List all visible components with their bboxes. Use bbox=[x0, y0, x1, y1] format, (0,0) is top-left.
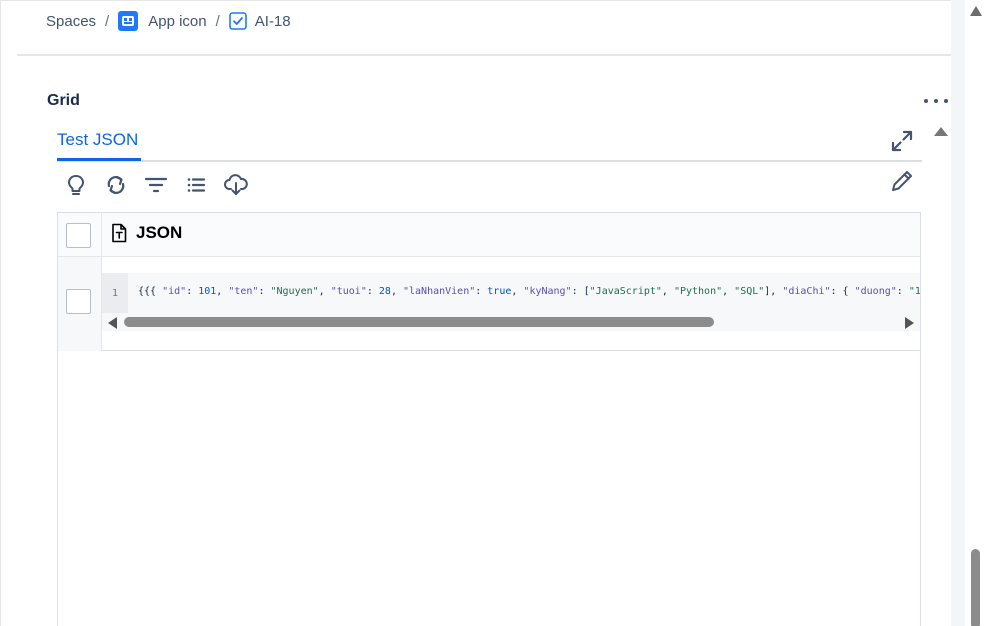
json-punctuation-token: : bbox=[186, 286, 199, 297]
grid-title: Grid bbox=[47, 92, 80, 109]
scroll-left-arrow-icon[interactable] bbox=[108, 317, 117, 329]
text-file-icon bbox=[110, 223, 128, 243]
json-key-token: "diaChi" bbox=[782, 286, 831, 297]
tab-test-json[interactable]: Test JSON bbox=[57, 130, 138, 150]
json-number-token: 28 bbox=[378, 286, 391, 297]
list-icon[interactable] bbox=[183, 172, 209, 198]
json-punctuation-token: , bbox=[661, 286, 674, 297]
tab-active-indicator bbox=[57, 158, 141, 161]
filter-icon[interactable] bbox=[143, 172, 169, 198]
refresh-icon[interactable] bbox=[103, 172, 129, 198]
breadcrumb-issue-label: AI-18 bbox=[254, 12, 291, 30]
breadcrumb-issue[interactable]: AI-18 bbox=[228, 12, 291, 30]
json-punctuation-token: : bbox=[896, 286, 909, 297]
column-header-json[interactable]: JSON bbox=[110, 223, 182, 243]
json-key-token: "laNhanVien" bbox=[402, 286, 476, 297]
column-header-json-label: JSON bbox=[136, 223, 183, 242]
json-grid: JSON 1 {{{ "id": 101, "ten": "Nguyen", "… bbox=[57, 212, 921, 626]
horizontal-scroll-thumb[interactable] bbox=[124, 317, 714, 327]
json-punctuation-token: : bbox=[475, 286, 488, 297]
json-string-token: "Python" bbox=[673, 286, 723, 297]
breadcrumb-app[interactable]: App icon bbox=[118, 11, 207, 31]
json-code-text: {{{ "id": 101, "ten": "Nguyen", "tuoi" : … bbox=[138, 286, 920, 297]
json-punctuation-token: {{{ bbox=[138, 286, 163, 297]
row-checkbox[interactable] bbox=[66, 289, 91, 314]
json-punctuation-token: , bbox=[318, 286, 331, 297]
json-punctuation-token: ], bbox=[764, 286, 783, 297]
page-scrollbar[interactable] bbox=[965, 0, 987, 626]
json-code-cell[interactable]: 1 {{{ "id": 101, "ten": "Nguyen", "tuoi"… bbox=[102, 273, 920, 331]
json-key-token: "tuoi" bbox=[330, 286, 367, 297]
horizontal-scrollbar[interactable] bbox=[102, 313, 920, 331]
json-key-token: "kyNang" bbox=[523, 286, 572, 297]
row-checkbox-cell bbox=[58, 257, 102, 351]
select-all-checkbox[interactable] bbox=[66, 223, 91, 248]
breadcrumb: Spaces / App icon / AI-18 bbox=[46, 10, 291, 32]
panel-scroll-up-arrow-icon[interactable] bbox=[934, 127, 948, 136]
app-icon bbox=[118, 11, 139, 31]
header-checkbox-cell bbox=[58, 213, 102, 257]
line-number: 1 bbox=[102, 273, 128, 313]
breadcrumb-separator: / bbox=[105, 12, 110, 30]
json-number-token: 101 bbox=[198, 286, 217, 297]
more-options-icon[interactable] bbox=[924, 92, 948, 110]
grid-header-row: JSON bbox=[58, 213, 920, 257]
panel-scrollbar[interactable] bbox=[929, 120, 951, 626]
scroll-right-arrow-icon[interactable] bbox=[905, 317, 914, 329]
tab-bar-line bbox=[57, 160, 922, 162]
breadcrumb-spaces[interactable]: Spaces bbox=[46, 13, 96, 30]
breadcrumb-separator: / bbox=[215, 12, 220, 30]
json-key-token: "duong" bbox=[854, 286, 897, 297]
breadcrumb-app-label: App icon bbox=[148, 12, 207, 30]
json-punctuation-token: : [ bbox=[571, 286, 590, 297]
right-gutter bbox=[951, 0, 965, 626]
task-checkbox-icon bbox=[228, 12, 247, 30]
json-string-token: "1 bbox=[908, 286, 920, 297]
json-punctuation-token: , bbox=[390, 286, 403, 297]
json-punctuation-token: , bbox=[216, 286, 229, 297]
json-string-token: "SQL" bbox=[734, 286, 765, 297]
json-punctuation-token: : bbox=[258, 286, 271, 297]
json-punctuation-token: , bbox=[722, 286, 735, 297]
table-row[interactable]: 1 {{{ "id": 101, "ten": "Nguyen", "tuoi"… bbox=[58, 257, 920, 351]
json-key-token: "ten" bbox=[228, 286, 259, 297]
scroll-up-arrow-icon[interactable] bbox=[970, 6, 982, 16]
json-string-token: "JavaScript" bbox=[589, 286, 662, 297]
json-boolean-token: true bbox=[487, 286, 512, 297]
expand-icon[interactable] bbox=[890, 129, 914, 153]
json-key-token: "id" bbox=[162, 286, 187, 297]
scroll-thumb[interactable] bbox=[971, 549, 980, 626]
json-punctuation-token: , bbox=[511, 286, 524, 297]
json-punctuation-token: : bbox=[366, 286, 379, 297]
grid-toolbar bbox=[63, 172, 263, 198]
code-line: 1 {{{ "id": 101, "ten": "Nguyen", "tuoi"… bbox=[102, 273, 920, 313]
json-punctuation-token: : { bbox=[830, 286, 855, 297]
edit-pencil-icon[interactable] bbox=[889, 168, 915, 194]
lightbulb-icon[interactable] bbox=[63, 172, 89, 198]
header-divider bbox=[17, 54, 951, 56]
json-string-token: "Nguyen" bbox=[270, 286, 319, 297]
cloud-download-icon[interactable] bbox=[223, 172, 249, 198]
